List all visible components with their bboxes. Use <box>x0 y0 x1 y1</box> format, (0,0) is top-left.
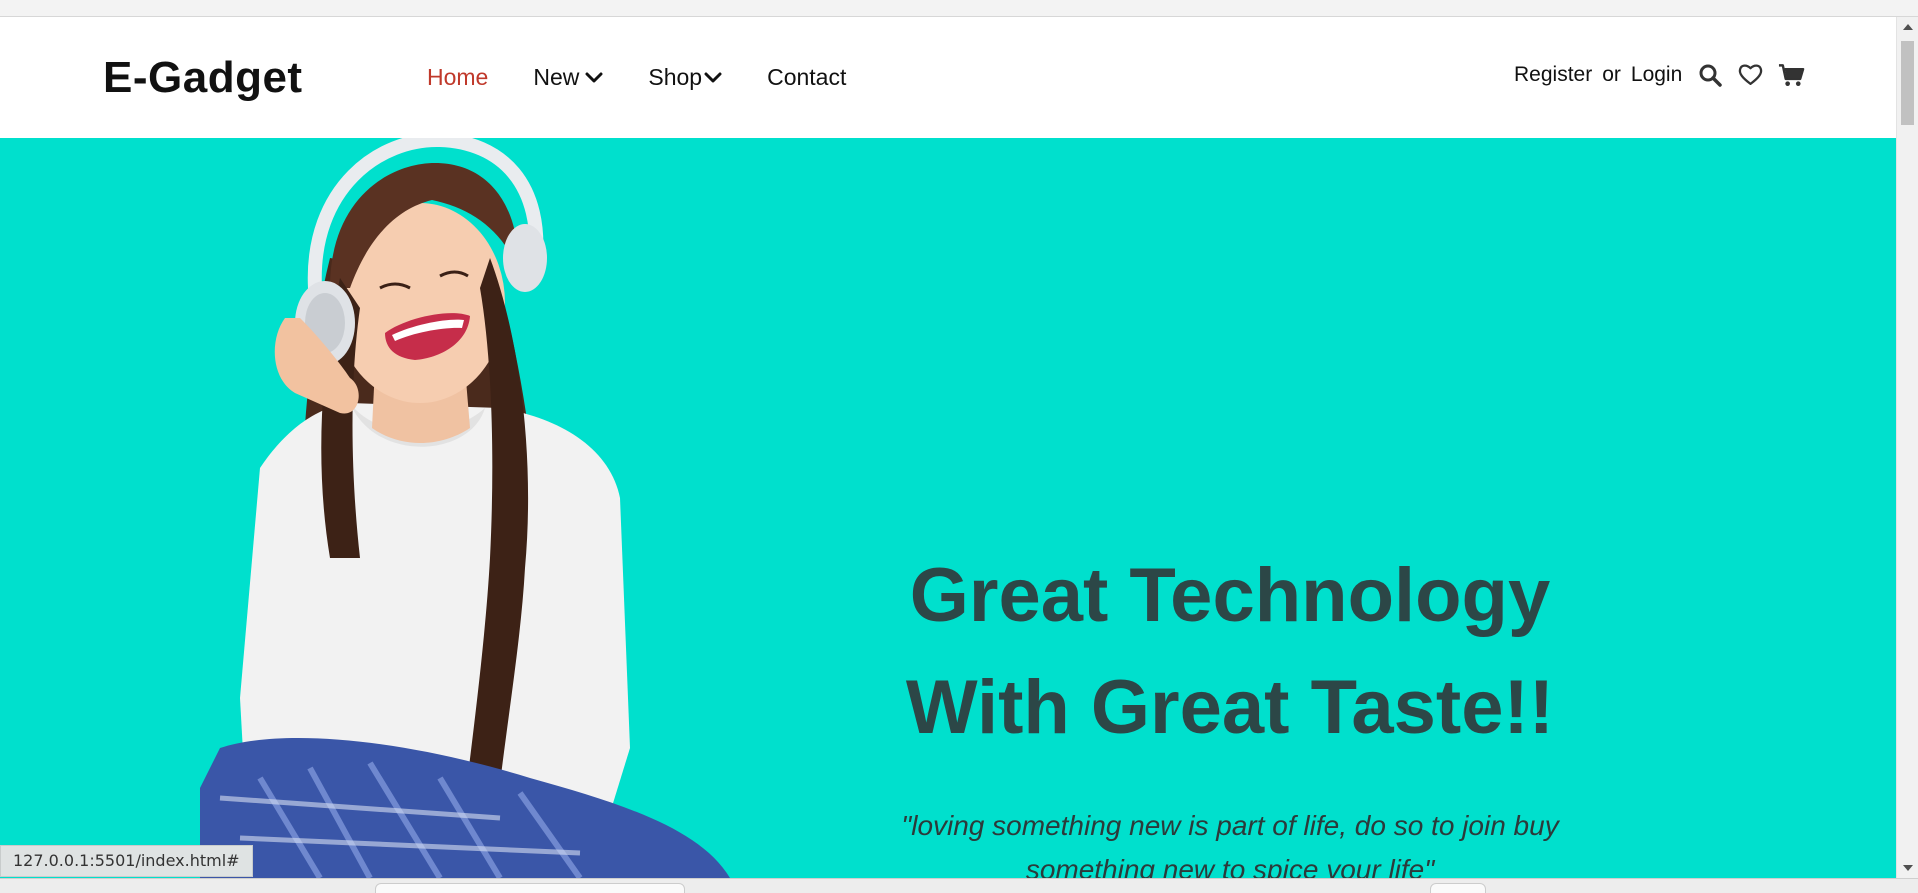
status-bar-url: 127.0.0.1:5501/index.html# <box>0 845 253 877</box>
chevron-down-icon <box>585 72 603 82</box>
nav-new-dropdown[interactable]: New <box>533 64 603 91</box>
chevron-down-icon <box>704 72 722 82</box>
hero-headline-line-2: With Great Taste!! <box>905 665 1555 750</box>
hero-quote: "loving something new is part of life, d… <box>901 810 1559 878</box>
hero-headline-line-1: Great Technology <box>909 553 1551 638</box>
taskbar-item[interactable] <box>1430 883 1486 893</box>
hero-banner: Great Technology With Great Taste!! "lov… <box>0 138 1896 878</box>
scrollbar-thumb[interactable] <box>1901 41 1914 125</box>
header-actions: Register or Login <box>1514 61 1805 88</box>
browser-top-strip <box>0 0 1918 17</box>
login-link[interactable]: Login <box>1631 63 1682 87</box>
cart-icon[interactable] <box>1778 61 1805 88</box>
register-link[interactable]: Register <box>1514 63 1592 87</box>
taskbar-item[interactable] <box>375 883 685 893</box>
nav-shop-dropdown[interactable]: Shop <box>648 64 722 91</box>
nav-home-link[interactable]: Home <box>427 64 488 91</box>
nav-home-label: Home <box>427 64 489 90</box>
or-text: or <box>1602 62 1621 86</box>
search-icon[interactable] <box>1696 61 1723 88</box>
scroll-up-icon[interactable] <box>1902 21 1914 33</box>
nav-contact-label: Contact <box>767 64 847 90</box>
taskbar <box>0 878 1918 893</box>
nav-contact-link[interactable]: Contact <box>767 64 846 91</box>
nav-shop-label: Shop <box>648 64 703 90</box>
nav-new-label: New <box>533 64 580 90</box>
site-header: E-Gadget Home New Shop Contact Register … <box>0 17 1896 138</box>
hero-text-block: Great Technology With Great Taste!! "lov… <box>855 540 1605 878</box>
main-nav: Home New Shop Contact <box>427 64 891 91</box>
heart-icon[interactable] <box>1737 61 1764 88</box>
scroll-down-icon[interactable] <box>1902 862 1914 874</box>
hero-headline: Great Technology With Great Taste!! <box>855 540 1605 764</box>
brand-logo[interactable]: E-Gadget <box>103 53 303 103</box>
page-scrollbar[interactable] <box>1896 17 1918 878</box>
hero-girl-with-headphones-image <box>200 138 730 878</box>
